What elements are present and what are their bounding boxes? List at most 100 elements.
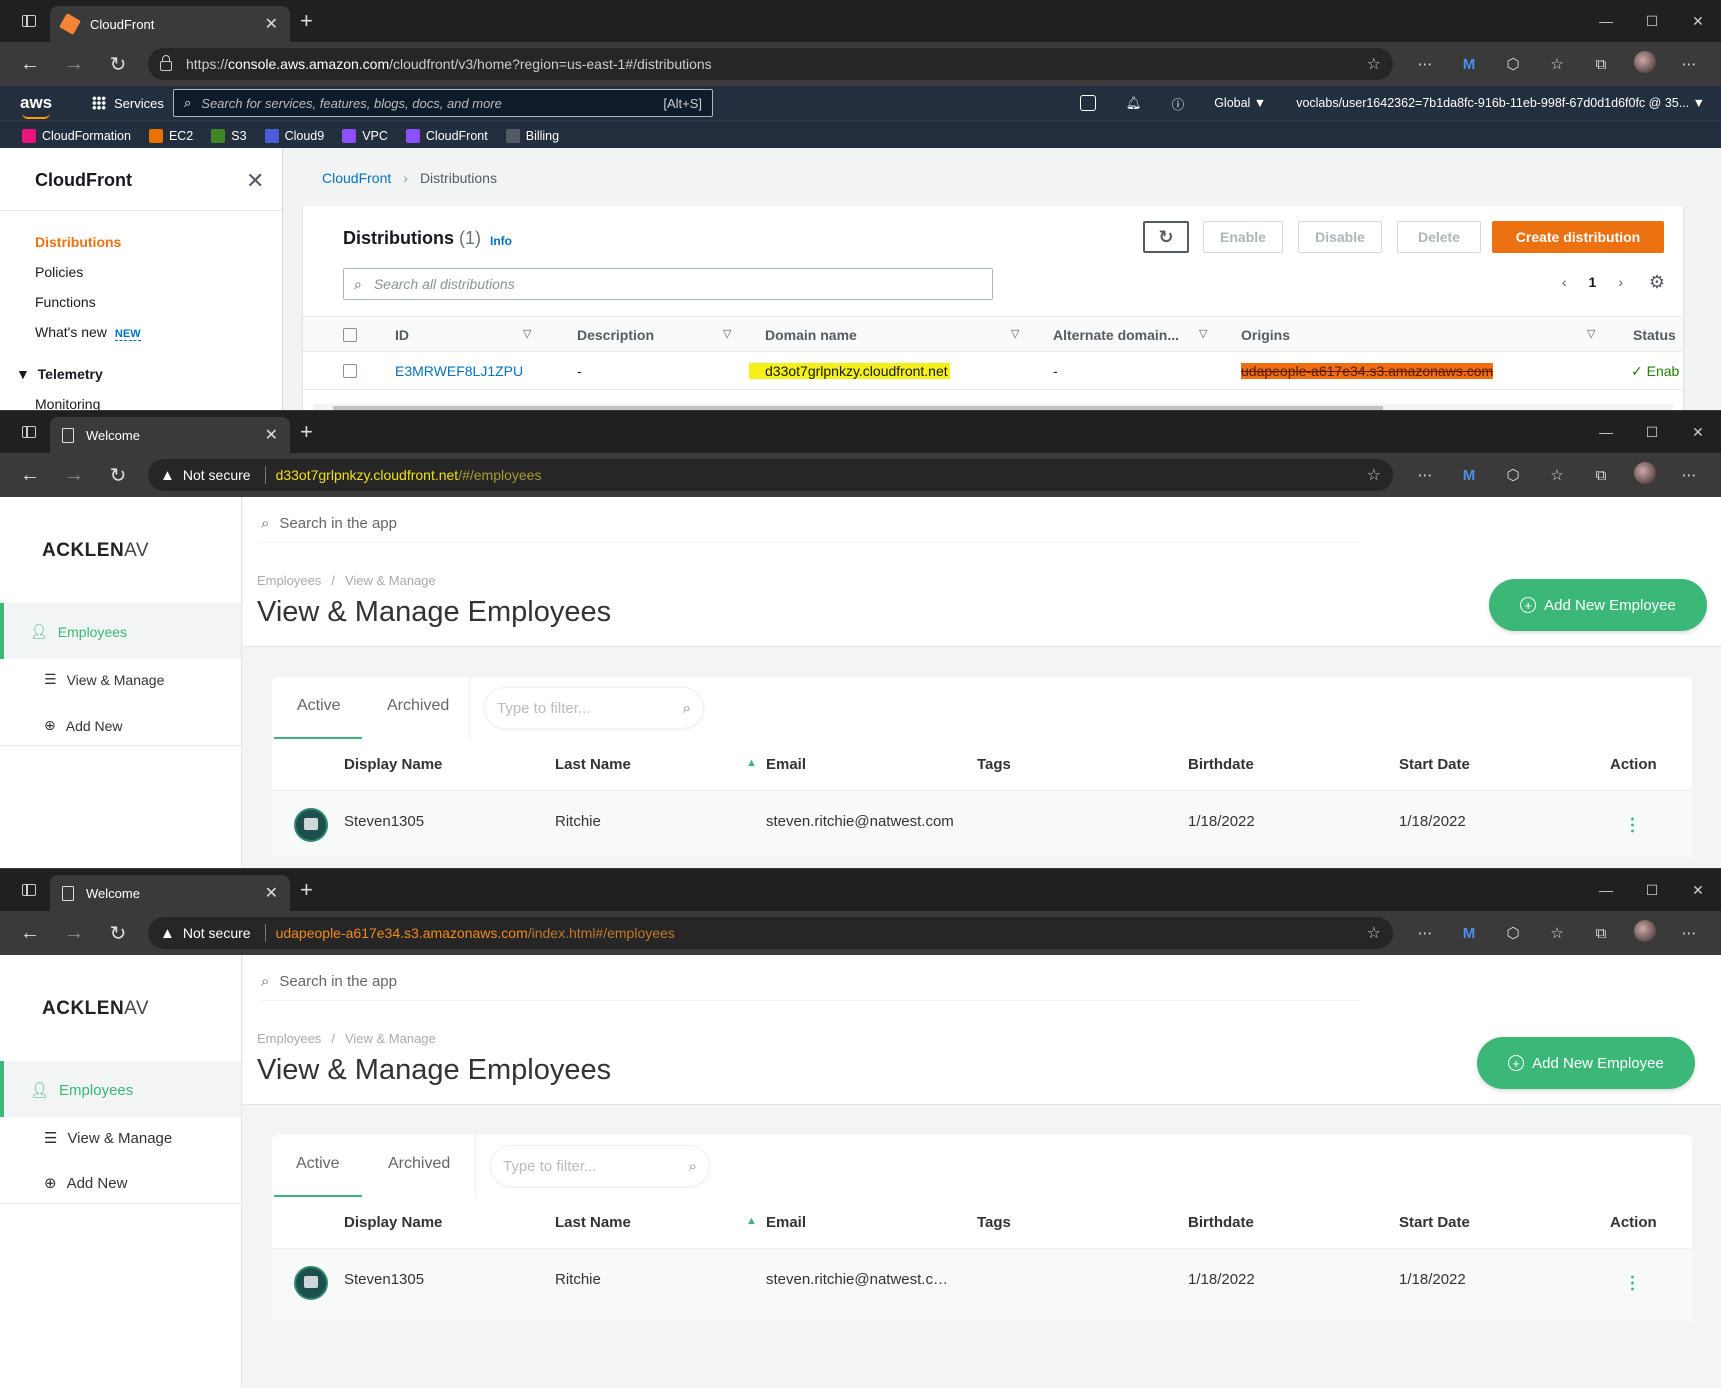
employees-nav[interactable]: 👤︎ Employees	[30, 623, 127, 640]
add-new-employee-button[interactable]: + Add New Employee	[1489, 579, 1707, 631]
more-actions-icon[interactable]	[1631, 1274, 1634, 1292]
lock-icon[interactable]	[160, 55, 172, 71]
close-window-icon[interactable]: ✕	[1675, 882, 1721, 899]
tab-archived[interactable]: Archived	[387, 697, 449, 715]
table-row[interactable]: Steven1305 Ritchie steven.ritchie@natwes…	[272, 1249, 1692, 1321]
favorite-ec2[interactable]: EC2	[148, 128, 193, 143]
collections-icon[interactable]: ⧉	[1579, 467, 1623, 484]
extension-icon[interactable]: ⋯	[1403, 466, 1447, 484]
settings-more-icon[interactable]: ⋯	[1667, 55, 1711, 73]
close-sidebar-icon[interactable]: ✕	[246, 168, 264, 194]
minimize-icon[interactable]: —	[1583, 13, 1629, 29]
col-email[interactable]: ▲ Email	[746, 1214, 806, 1231]
sidebar-item-add-new[interactable]: ⊕ Add New	[44, 1174, 127, 1193]
collections-icon[interactable]: ⧉	[1579, 925, 1623, 942]
new-tab-icon[interactable]: +	[300, 8, 313, 34]
minimize-icon[interactable]: —	[1583, 424, 1629, 440]
col-display-name[interactable]: Display Name	[344, 1214, 442, 1231]
col-start-date[interactable]: Start Date	[1399, 756, 1470, 773]
sidebar-item-functions[interactable]: Functions	[35, 294, 96, 310]
col-alternate-domain[interactable]: Alternate domain... ▽	[1053, 327, 1207, 343]
tab-actions-icon[interactable]	[22, 884, 36, 896]
col-tags[interactable]: Tags	[977, 756, 1011, 773]
favorite-cloudfront[interactable]: CloudFront	[405, 128, 488, 143]
favorite-cloud9[interactable]: Cloud9	[264, 128, 324, 143]
new-tab-icon[interactable]: +	[300, 419, 313, 445]
employees-nav[interactable]: 👤︎ Employees	[30, 1081, 133, 1100]
favorites-icon[interactable]: ☆	[1535, 55, 1579, 73]
maximize-icon[interactable]: ☐	[1629, 13, 1675, 30]
extensions-puzzle-icon[interactable]: ⬡	[1491, 924, 1535, 942]
refresh-button[interactable]: ↻	[1143, 221, 1189, 253]
col-domain-name[interactable]: Domain name ▽	[765, 327, 1019, 343]
tab-actions-icon[interactable]	[22, 426, 36, 438]
next-page-icon[interactable]: ›	[1618, 274, 1623, 290]
select-all-checkbox[interactable]	[343, 328, 357, 342]
col-status[interactable]: Status	[1633, 327, 1676, 343]
close-tab-icon[interactable]: ✕	[265, 14, 278, 34]
col-email[interactable]: ▲ Email	[746, 756, 806, 773]
favorite-billing[interactable]: Billing	[505, 128, 559, 143]
col-id[interactable]: ID ▽	[395, 327, 531, 343]
col-display-name[interactable]: Display Name	[344, 756, 442, 773]
favorites-icon[interactable]: ☆	[1535, 466, 1579, 484]
aws-search-input[interactable]: ⌕ Search for services, features, blogs, …	[173, 89, 713, 117]
breadcrumb-employees[interactable]: Employees	[257, 1031, 321, 1046]
sidebar-section-telemetry[interactable]: ▼ Telemetry	[16, 366, 103, 382]
forward-icon[interactable]: →	[52, 464, 96, 487]
settings-more-icon[interactable]: ⋯	[1667, 924, 1711, 942]
sidebar-item-add-new[interactable]: ⊕ Add New	[44, 717, 123, 734]
col-birthdate[interactable]: Birthdate	[1188, 1214, 1254, 1231]
distribution-id-link[interactable]: E3MRWEF8LJ1ZPU	[395, 363, 523, 379]
not-secure-label[interactable]: Not secure	[183, 467, 251, 483]
maximize-icon[interactable]: ☐	[1629, 882, 1675, 899]
profile-avatar[interactable]	[1623, 920, 1667, 946]
browser-tab-welcome[interactable]: Welcome ✕	[50, 417, 290, 453]
close-window-icon[interactable]: ✕	[1675, 13, 1721, 30]
sidebar-item-monitoring[interactable]: Monitoring	[35, 396, 100, 410]
close-tab-icon[interactable]: ✕	[265, 883, 278, 903]
disable-button[interactable]: Disable	[1298, 221, 1382, 253]
col-last-name[interactable]: Last Name	[555, 1214, 631, 1231]
collections-icon[interactable]: ⧉	[1579, 56, 1623, 73]
col-origins[interactable]: Origins ▽	[1241, 327, 1595, 343]
favorite-star-icon[interactable]: ☆	[1367, 54, 1381, 74]
col-description[interactable]: Description ▽	[577, 327, 731, 343]
sidebar-item-view-manage[interactable]: ☰ View & Manage	[44, 671, 164, 688]
region-selector[interactable]: Global ▼	[1214, 96, 1266, 110]
back-icon[interactable]: ←	[8, 464, 52, 487]
favorite-cloudformation[interactable]: CloudFormation	[22, 128, 131, 143]
aws-logo[interactable]: aws	[20, 93, 70, 119]
not-secure-label[interactable]: Not secure	[183, 925, 251, 941]
profile-avatar[interactable]	[1623, 51, 1667, 77]
sidebar-item-policies[interactable]: Policies	[35, 264, 83, 280]
breadcrumb-cloudfront[interactable]: CloudFront	[322, 170, 391, 186]
distributions-search-input[interactable]: ⌕ Search all distributions	[343, 268, 993, 300]
prev-page-icon[interactable]: ‹	[1562, 274, 1567, 290]
new-tab-icon[interactable]: +	[300, 877, 313, 903]
table-row[interactable]: Steven1305 Ritchie steven.ritchie@natwes…	[272, 791, 1692, 857]
favorite-vpc[interactable]: VPC	[342, 128, 388, 143]
tab-actions-icon[interactable]	[22, 15, 36, 27]
sidebar-item-view-manage[interactable]: ☰ View & Manage	[44, 1129, 172, 1148]
warning-icon[interactable]: ▲	[160, 925, 175, 942]
filter-input[interactable]: Type to filter... ⌕	[490, 1145, 710, 1187]
refresh-icon[interactable]: ↻	[96, 52, 140, 77]
back-icon[interactable]: ←	[8, 922, 52, 945]
minimize-icon[interactable]: —	[1583, 882, 1629, 898]
col-start-date[interactable]: Start Date	[1399, 1214, 1470, 1231]
filter-input[interactable]: Type to filter... ⌕	[484, 687, 704, 729]
account-menu[interactable]: voclabs/user1642362=7b1da8fc-916b-11eb-9…	[1296, 96, 1705, 110]
extension-icon[interactable]: ⋯	[1403, 924, 1447, 942]
browser-tab-welcome[interactable]: Welcome ✕	[50, 875, 290, 911]
info-link[interactable]: Info	[490, 234, 512, 248]
favorite-s3[interactable]: S3	[211, 128, 247, 143]
add-new-employee-button[interactable]: + Add New Employee	[1477, 1037, 1695, 1089]
forward-icon[interactable]: →	[52, 922, 96, 945]
more-actions-icon[interactable]	[1631, 816, 1634, 834]
address-bar[interactable]: https://console.aws.amazon.com/cloudfron…	[148, 48, 1393, 80]
extension-m-icon[interactable]: M	[1447, 56, 1491, 73]
delete-button[interactable]: Delete	[1397, 221, 1481, 253]
sidebar-item-whats-new[interactable]: What's new NEW	[35, 324, 141, 341]
notifications-bell-icon[interactable]: 🔔︎	[1126, 96, 1142, 111]
